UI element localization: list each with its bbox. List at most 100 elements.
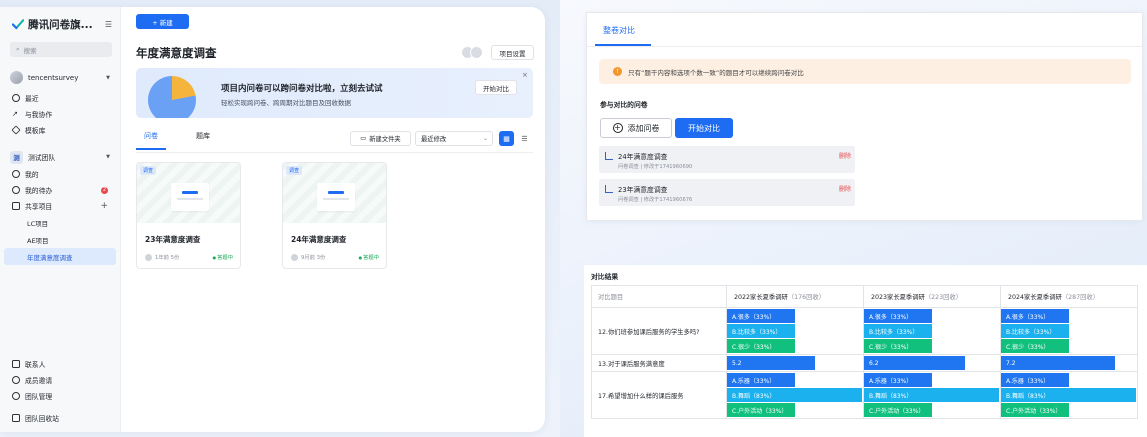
card-tag: 调查 xyxy=(140,166,157,175)
team-badge: 测 xyxy=(10,150,23,164)
grid-view-icon[interactable]: ▦ xyxy=(499,131,514,146)
result-bar: C.户外活动（33%） xyxy=(727,403,795,417)
card-thumbnail: 调查 xyxy=(137,163,240,223)
list-view-icon[interactable]: ☰ xyxy=(517,131,532,146)
collaborator-avatars[interactable] xyxy=(461,46,483,59)
table-row: 12.你们班参加课后服务的学生多吗? A.很多（33%） B.比较多（33%） C.很… xyxy=(591,307,1138,355)
result-bar: A.乐器（33%） xyxy=(1001,373,1069,387)
start-compare-button[interactable]: 开始对比 xyxy=(475,80,517,95)
card-thumbnail: 调查 xyxy=(283,163,386,223)
nav-invite[interactable]: 成员邀请 xyxy=(0,372,120,388)
project-item-annual[interactable]: 年度满意度调查 xyxy=(4,248,116,265)
briefcase-icon xyxy=(12,202,20,210)
result-cell: 6.2 xyxy=(863,354,1001,372)
survey-card[interactable]: 调查 24年满意度调查 9月前 3份 答题中 xyxy=(282,162,387,269)
project-settings-button[interactable]: 项目设置 xyxy=(491,45,534,60)
tab-whole-survey-compare[interactable]: 整卷对比 xyxy=(603,25,635,36)
bar-group: 6.2 xyxy=(864,355,1000,371)
survey-card[interactable]: 调查 23年满意度调查 1年前 5份 答题中 xyxy=(136,162,241,269)
search-input[interactable]: ⌕ 搜索 xyxy=(10,42,112,57)
share-icon: ↗ xyxy=(12,110,18,118)
nav-mine[interactable]: 我的 xyxy=(0,166,120,182)
close-icon[interactable]: × xyxy=(522,71,528,79)
column-name: 2022家长夏季调研 xyxy=(734,294,788,301)
tab-surveys[interactable]: 问卷 xyxy=(136,131,166,150)
result-cell: A.很多（33%） B.比较多（33%） C.很少（33%） xyxy=(726,307,864,355)
header-question: 对比题目 xyxy=(591,285,727,308)
nav-team-manage[interactable]: 团队管理 xyxy=(0,388,120,404)
card-meta: 1年前 5份 xyxy=(145,253,179,261)
add-survey-button[interactable]: + 添加问卷 xyxy=(600,118,672,138)
compare-warning: ! 只有“题干内容和选项个数一致”的题目才可以继续跨问卷对比 xyxy=(599,59,1131,84)
sort-value: 最近修改 xyxy=(421,136,447,143)
status-badge: 答题中 xyxy=(213,253,233,261)
header-column: 2022家长夏季调研（176回收） xyxy=(726,285,864,308)
card-meta-text: 9月前 3份 xyxy=(301,255,326,261)
tab-question-bank[interactable]: 题库 xyxy=(188,131,218,150)
compare-panel: 整卷对比 ! 只有“题干内容和选项个数一致”的题目才可以继续跨问卷对比 参与对比… xyxy=(586,12,1143,221)
project-item-lc[interactable]: LC项目 xyxy=(0,214,120,231)
result-bar: A.乐器（33%） xyxy=(727,373,795,387)
result-bar: A.乐器（33%） xyxy=(864,373,932,387)
user-switcher[interactable]: tencentsurvey ▼ xyxy=(0,65,120,90)
nav-label: 与我协作 xyxy=(25,111,53,119)
compare-survey-item: 24年满意度调查 问卷调查 | 修改于1741960690 删除 xyxy=(599,146,855,173)
tabs-divider xyxy=(136,152,533,153)
add-survey-label: 添加问卷 xyxy=(627,123,660,133)
bar-group: A.乐器（33%） B.舞蹈（83%） C.户外活动（33%） xyxy=(864,372,1000,418)
warning-icon: ! xyxy=(613,67,622,76)
nav-todo[interactable]: 我的待办 2 xyxy=(0,182,120,198)
bar-group: A.乐器（33%） B.舞蹈（83%） C.户外活动（33%） xyxy=(1001,372,1137,418)
bar-group: 7.2 xyxy=(1001,355,1137,371)
nav-templates[interactable]: 模板库 xyxy=(0,122,120,138)
add-project-icon[interactable]: + xyxy=(100,201,108,211)
result-bar: 5.2 xyxy=(727,356,815,370)
card-meta-text: 1年前 5份 xyxy=(155,255,180,261)
card-tag: 调查 xyxy=(286,166,303,175)
question-cell: 13.对于课后服务满意度 xyxy=(591,354,727,372)
result-cell: 7.2 xyxy=(1000,354,1138,372)
main-content: + 新建 年度满意度调查 项目设置 项目内问卷可以跨问卷对比啦，立刻去试试 轻松… xyxy=(121,7,545,432)
nav-contacts[interactable]: 联系人 xyxy=(0,356,120,372)
nav-recycle[interactable]: 团队回收站 xyxy=(0,410,120,426)
new-folder-button[interactable]: ▭ 新建文件夹 xyxy=(350,131,411,146)
user-name: tencentsurvey xyxy=(28,73,79,82)
project-item-ae[interactable]: AE项目 xyxy=(0,231,120,248)
chevron-down-icon: ⌄ xyxy=(482,135,488,142)
result-bar: A.很多（33%） xyxy=(1001,309,1069,323)
search-placeholder: 搜索 xyxy=(23,46,37,55)
result-bar: B.舞蹈（83%） xyxy=(727,388,862,402)
nav-recent[interactable]: 最近 xyxy=(0,90,120,106)
sort-select[interactable]: 最近修改 ⌄ xyxy=(415,131,493,146)
team-switcher[interactable]: 测 测试团队 ▼ xyxy=(0,148,120,166)
user-plus-icon xyxy=(12,376,20,384)
survey-meta: 问卷调查 | 修改于1741960676 xyxy=(618,197,693,203)
survey-title: 24年满意度调查 xyxy=(618,153,668,161)
plus-circle-icon: + xyxy=(612,123,623,133)
header-column: 2024家长夏季调研（287回收） xyxy=(1000,285,1138,308)
result-bar: B.舞蹈（83%） xyxy=(864,388,999,402)
delete-link[interactable]: 删除 xyxy=(839,184,851,193)
nav-collab[interactable]: ↗ 与我协作 xyxy=(0,106,120,122)
start-compare-button[interactable]: 开始对比 xyxy=(675,118,733,138)
result-cell: A.乐器（33%） B.舞蹈（83%） C.户外活动（33%） xyxy=(726,371,864,419)
result-bar: B.比较多（33%） xyxy=(727,324,795,338)
caret-down-icon: ▼ xyxy=(106,154,110,160)
result-bar: 6.2 xyxy=(864,356,965,370)
result-bar: B.比较多（33%） xyxy=(864,324,932,338)
bar-group: A.乐器（33%） B.舞蹈（83%） C.户外活动（33%） xyxy=(727,372,863,418)
document-illustration-icon xyxy=(317,183,355,211)
nav-label: 联系人 xyxy=(25,361,46,369)
delete-link[interactable]: 删除 xyxy=(839,151,851,160)
layers-icon xyxy=(11,125,21,135)
app-name: 腾讯问卷旗... xyxy=(28,19,93,31)
avatar xyxy=(145,253,152,261)
result-bar: A.很多（33%） xyxy=(727,309,795,323)
new-button[interactable]: + 新建 xyxy=(136,14,189,29)
new-folder-label: 新建文件夹 xyxy=(369,136,401,143)
table-row: 17.希望增加什么样的课后服务 A.乐器（33%） B.舞蹈（83%） C.户外活动（… xyxy=(591,371,1138,419)
collapse-sidebar-icon[interactable]: ☰ xyxy=(105,20,112,29)
avatar xyxy=(291,253,298,261)
nav-label: 团队回收站 xyxy=(25,415,59,423)
nav-shared-projects[interactable]: 共享项目 + xyxy=(0,198,120,214)
